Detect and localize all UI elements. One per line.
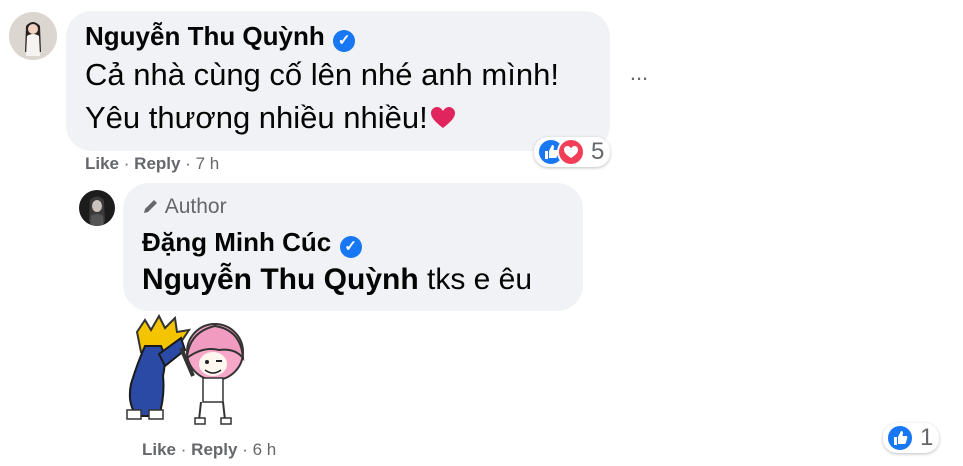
mention-link[interactable]: Nguyễn Thu Quỳnh	[142, 263, 419, 296]
comment-bubble: Nguyễn Thu Quỳnh ✓ Cả nhà cùng cố lên nh…	[66, 11, 610, 151]
commenter-avatar[interactable]	[9, 12, 57, 60]
love-reaction-icon	[557, 138, 585, 166]
comment-like-link[interactable]: Like	[85, 154, 119, 173]
comment-author-row: Nguyễn Thu Quỳnh ✓	[85, 21, 356, 52]
reply-text-content: tks e êu	[418, 263, 533, 296]
reply-author-name[interactable]: Đặng Minh Cúc	[142, 227, 331, 258]
reply-author-avatar[interactable]	[79, 190, 115, 226]
reply-reply-link[interactable]: Reply	[191, 440, 237, 459]
comment-actions: Like · Reply · 7 h	[85, 154, 219, 174]
comment-author-name[interactable]: Nguyễn Thu Quỳnh	[85, 21, 325, 52]
separator: ·	[180, 440, 187, 459]
reply-reaction-count: 1	[920, 424, 934, 451]
comment-reaction-count: 5	[591, 138, 605, 165]
separator: ·	[185, 154, 191, 173]
separator: ·	[242, 440, 248, 459]
comment-text-line-2-text: Yêu thương nhiều nhiều!	[85, 100, 428, 135]
reply-timestamp[interactable]: 6 h	[253, 440, 277, 459]
comment-timestamp[interactable]: 7 h	[196, 154, 220, 173]
reply-actions: Like · Reply · 6 h	[142, 440, 276, 460]
comment-reactions[interactable]: 5	[534, 137, 611, 167]
reply-like-link[interactable]: Like	[142, 440, 176, 459]
verified-badge-icon: ✓	[339, 235, 362, 258]
reply-reactions[interactable]: 1	[883, 423, 940, 453]
red-heart-icon	[430, 102, 456, 138]
pencil-icon	[142, 197, 160, 221]
comment-text-line-1: Cả nhà cùng cố lên nhé anh mình!	[85, 57, 559, 92]
author-badge: Author	[142, 195, 227, 221]
like-reaction-icon	[886, 424, 914, 452]
comment-reply-link[interactable]: Reply	[134, 154, 180, 173]
verified-badge-icon: ✓	[333, 29, 356, 52]
separator: ·	[123, 154, 130, 173]
comment-more-options-icon[interactable]: ...	[626, 62, 652, 90]
comment-text-line-2: Yêu thương nhiều nhiều!	[85, 100, 456, 138]
sticker-image[interactable]	[123, 312, 245, 432]
reply-bubble: Author Đặng Minh Cúc ✓ Nguyễn Thu Quỳnh …	[123, 183, 583, 311]
author-badge-label: Author	[164, 195, 227, 218]
reply-text: Nguyễn Thu Quỳnh tks e êu	[142, 263, 532, 297]
reply-author-row: Đặng Minh Cúc ✓	[142, 227, 362, 258]
